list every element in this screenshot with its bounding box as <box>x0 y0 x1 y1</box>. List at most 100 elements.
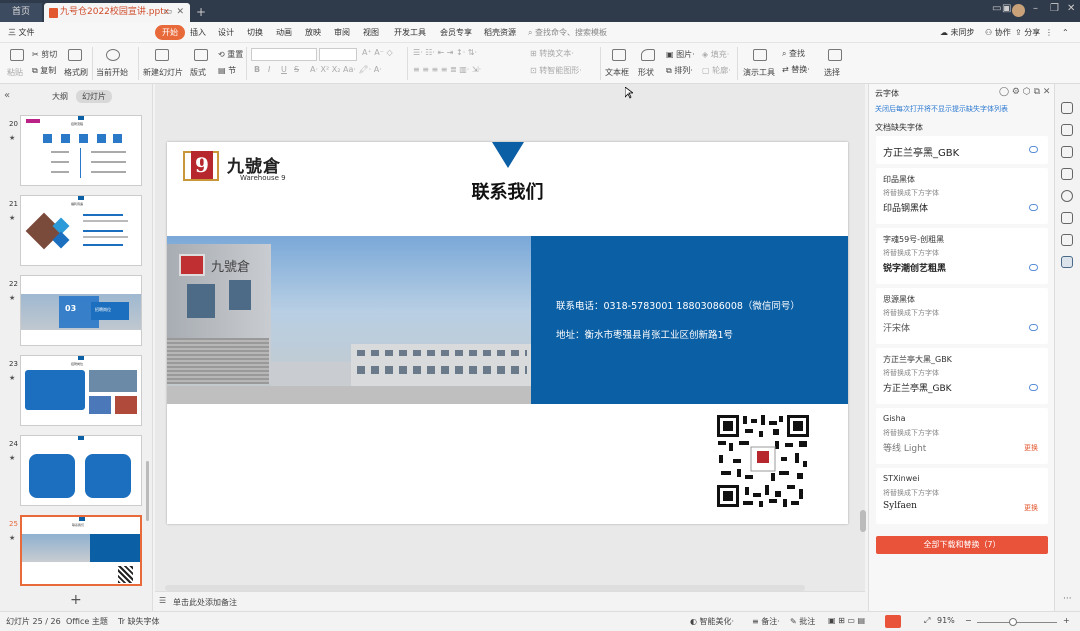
menu-insert[interactable]: 插入 <box>190 25 206 40</box>
shape-icon[interactable] <box>1061 234 1073 246</box>
menu-animation[interactable]: 动画 <box>276 25 292 40</box>
menu-member[interactable]: 会员专享 <box>440 25 472 40</box>
collaborate-button[interactable]: ⚇ 协作 <box>985 25 1011 40</box>
command-search[interactable]: ⌕ 查找命令、搜索模板 <box>528 25 607 40</box>
text-font-icon[interactable] <box>1061 256 1073 268</box>
cloud-download-icon[interactable] <box>1029 146 1038 153</box>
zoom-in-button[interactable]: + <box>1063 616 1070 625</box>
select-button[interactable]: 选择 <box>824 67 840 78</box>
smartart-button[interactable]: ⊡ 转智能图形· <box>530 65 582 76</box>
textbox-button[interactable]: 文本框 <box>605 67 629 78</box>
font-color-button[interactable]: A· X² X₂ Aa· 🖍· A· <box>310 65 382 74</box>
shape-button[interactable]: 形状 <box>638 67 654 78</box>
copy-button[interactable]: ⧉ 复制 <box>32 65 56 76</box>
adjust-icon[interactable] <box>1061 124 1073 136</box>
change-font-link[interactable]: 更换 <box>1024 503 1038 513</box>
font-grow-icon[interactable]: A⁺ A⁻ ◇ <box>362 48 393 57</box>
menu-developer[interactable]: 开发工具 <box>394 25 426 40</box>
image-icon[interactable] <box>1061 212 1073 224</box>
align-buttons[interactable]: ≡ ≡ ≡ ≡ ≣ ▥· ⇲· <box>413 65 481 74</box>
menu-transition[interactable]: 切换 <box>247 25 263 40</box>
tab-document[interactable]: 九号仓2022校园宣讲.pptx ▭ ✕ <box>44 3 190 22</box>
notes-pane[interactable]: ☰ 单击此处添加备注 <box>155 591 865 611</box>
menu-start[interactable]: 开始 <box>155 25 185 40</box>
new-tab-button[interactable]: + <box>196 3 206 22</box>
help-icon[interactable] <box>1061 190 1073 202</box>
close-tab-icon[interactable]: ✕ <box>176 3 184 22</box>
tab-outline[interactable]: 大纲 <box>52 91 68 102</box>
download-all-button[interactable]: 全部下载和替换（7） <box>876 536 1048 554</box>
font-card[interactable]: 字魂59号-创粗黑 将替换成下方字体 锐字潮创艺粗黑 <box>876 228 1048 284</box>
share-button[interactable]: ⇪ 分享 <box>1015 25 1040 40</box>
font-family-select[interactable] <box>251 48 317 61</box>
menu-design[interactable]: 设计 <box>218 25 234 40</box>
smart-beautify-button[interactable]: ◐ 智能美化· <box>690 616 734 627</box>
notes-toggle[interactable]: ≡ 备注· <box>752 616 780 627</box>
notes-placeholder[interactable]: 单击此处添加备注 <box>173 597 237 608</box>
format-painter-button[interactable]: 格式刷 <box>64 67 88 78</box>
font-card[interactable]: STXinwei 将替换成下方字体 Sylfaen 更换 <box>876 468 1048 524</box>
replace-button[interactable]: ⇄ 替换· <box>782 64 810 75</box>
zoom-level[interactable]: 91% <box>937 616 955 625</box>
italic-button[interactable]: I <box>268 65 270 74</box>
collapse-panel-icon[interactable]: « <box>4 90 10 101</box>
zoom-slider[interactable] <box>977 622 1057 623</box>
missing-font-button[interactable]: Tr 缺失字体 <box>118 616 160 627</box>
cloud-download-icon[interactable] <box>1029 324 1038 331</box>
add-slide-button[interactable]: + <box>70 592 82 608</box>
paste-icon[interactable] <box>10 49 24 61</box>
section-button[interactable]: ▤ 节 <box>218 65 236 76</box>
chevron-up-icon[interactable]: ⌃ <box>1062 25 1069 40</box>
tab-home[interactable]: 首页 <box>0 3 42 22</box>
comments-toggle[interactable]: ✎ 批注 <box>790 616 815 627</box>
cut-button[interactable]: ✂ 剪切 <box>32 49 57 60</box>
cloud-download-icon[interactable] <box>1029 384 1038 391</box>
list-buttons[interactable]: ☰· ☷· ⇤ ⇥ ↕· ⇅· <box>413 48 477 57</box>
theme-name[interactable]: Office 主题 <box>66 616 108 627</box>
font-card[interactable]: 方正兰亭大黑_GBK 将替换成下方字体 方正兰亭黑_GBK <box>876 348 1048 404</box>
fill-button[interactable]: ◈ 填充· <box>702 49 729 60</box>
view-buttons[interactable]: ▣ ⊞ ▭ ▤ <box>828 616 865 625</box>
minimize-icon[interactable]: – <box>1033 3 1038 14</box>
sync-status[interactable]: ☁ 未同步 <box>940 25 975 40</box>
menu-slideshow[interactable]: 放映 <box>305 25 321 40</box>
menu-view[interactable]: 视图 <box>363 25 379 40</box>
zoom-slider-handle[interactable] <box>1009 618 1017 626</box>
copy-icon[interactable] <box>1061 168 1073 180</box>
pin-icon[interactable] <box>1061 146 1073 158</box>
avatar[interactable] <box>1012 4 1025 17</box>
window-icon[interactable]: ▣ <box>1002 3 1011 14</box>
thumb-slide-22[interactable]: 03 招聘岗位 <box>20 275 142 346</box>
bold-button[interactable]: B <box>254 65 260 74</box>
find-button[interactable]: ⌕ 查找 <box>782 48 805 59</box>
thumb-slide-23[interactable]: 招聘岗位 <box>20 355 142 426</box>
slide-25[interactable]: 9 九號倉 Warehouse 9 联系我们 九號倉 联系电话：0318-578… <box>167 142 848 524</box>
font-card[interactable]: 方正兰亭黑_GBK <box>876 136 1048 164</box>
paste-button[interactable]: 粘贴 <box>7 67 23 78</box>
fit-window-icon[interactable]: ⤢ <box>924 616 930 626</box>
thumb-slide-20[interactable]: 招聘流程 <box>20 115 142 186</box>
thumb-slide-25[interactable]: 联系我们 <box>20 515 142 586</box>
close-hint-link[interactable]: 关闭后每次打开将不显示提示缺失字体列表 <box>875 104 1008 114</box>
play-current-button[interactable]: 当前开始 <box>96 67 128 78</box>
font-card[interactable]: Gisha 将替换成下方字体 等线 Light 更换 <box>876 408 1048 464</box>
more-icon[interactable]: ··· <box>1063 594 1072 604</box>
monitor-icon[interactable]: ▭ <box>163 3 172 22</box>
thumb-slide-21[interactable]: 福利待遇 <box>20 195 142 266</box>
underline-button[interactable]: U <box>281 65 287 74</box>
picture-button[interactable]: ▣ 图片· <box>666 49 695 60</box>
cursor-icon[interactable] <box>1061 102 1073 114</box>
close-window-icon[interactable]: ✕ <box>1067 3 1075 14</box>
outline-button[interactable]: ▢ 轮廓· <box>702 65 731 76</box>
vertical-scrollbar[interactable] <box>860 510 866 532</box>
font-card[interactable]: 思源黑体 将替换成下方字体 汗宋体 <box>876 288 1048 344</box>
reset-button[interactable]: ⟲ 重置 <box>218 49 243 60</box>
cloud-download-icon[interactable] <box>1029 204 1038 211</box>
menu-docer[interactable]: 稻壳资源 <box>484 25 516 40</box>
layout-button[interactable]: 版式 <box>190 67 206 78</box>
menu-file[interactable]: 三 文件 <box>8 25 35 40</box>
panel-tool-icons[interactable]: ◯ ⚙ ⬡ ⧉ ✕ <box>999 87 1050 97</box>
convert-text-button[interactable]: ⊞ 转换文本· <box>530 48 574 59</box>
menu-review[interactable]: 审阅 <box>334 25 350 40</box>
thumbnail-scrollbar[interactable] <box>146 461 149 521</box>
